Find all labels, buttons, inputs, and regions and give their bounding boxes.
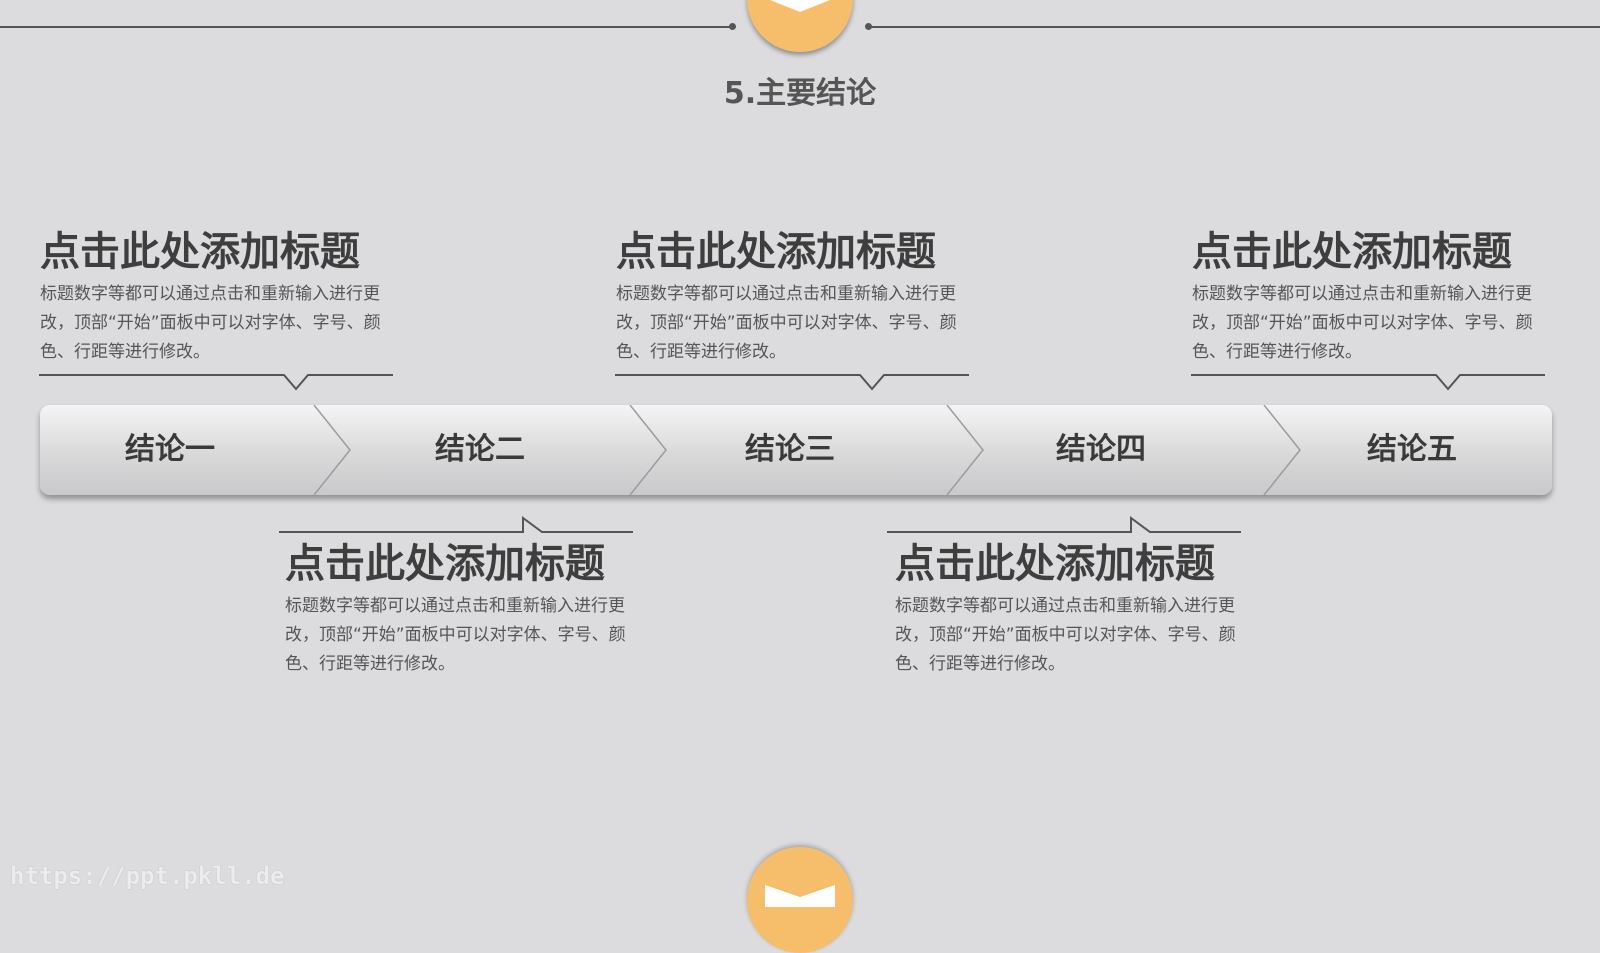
block-body[interactable]: 标题数字等都可以通过点击和重新输入进行更改，顶部“开始”面板中可以对字体、字号、… bbox=[285, 592, 640, 679]
step-label-3[interactable]: 结论三 bbox=[690, 429, 890, 471]
callout-pointer-3 bbox=[615, 374, 969, 391]
previous-nav-button[interactable] bbox=[747, 0, 853, 52]
top-divider-left bbox=[0, 26, 732, 28]
watermark-url: https://ppt.pkll.de bbox=[10, 862, 285, 890]
conclusion-block-2: 点击此处添加标题 标题数字等都可以通过点击和重新输入进行更改，顶部“开始”面板中… bbox=[285, 540, 645, 679]
block-body[interactable]: 标题数字等都可以通过点击和重新输入进行更改，顶部“开始”面板中可以对字体、字号、… bbox=[895, 592, 1250, 679]
step-label-4[interactable]: 结论四 bbox=[1001, 429, 1201, 471]
conclusion-block-3: 点击此处添加标题 标题数字等都可以通过点击和重新输入进行更改，顶部“开始”面板中… bbox=[616, 228, 976, 367]
block-heading[interactable]: 点击此处添加标题 bbox=[40, 228, 400, 276]
chevron-down-icon bbox=[765, 885, 835, 907]
block-body[interactable]: 标题数字等都可以通过点击和重新输入进行更改，顶部“开始”面板中可以对字体、字号、… bbox=[616, 280, 971, 367]
block-heading[interactable]: 点击此处添加标题 bbox=[285, 540, 645, 588]
step-label-2[interactable]: 结论二 bbox=[380, 429, 580, 471]
divider-dot-left bbox=[729, 23, 736, 30]
callout-pointer-5 bbox=[1191, 374, 1545, 391]
top-divider-right bbox=[868, 26, 1600, 28]
next-nav-button[interactable] bbox=[747, 847, 853, 953]
block-heading[interactable]: 点击此处添加标题 bbox=[1192, 228, 1552, 276]
conclusion-block-1: 点击此处添加标题 标题数字等都可以通过点击和重新输入进行更改，顶部“开始”面板中… bbox=[40, 228, 400, 367]
conclusion-block-4: 点击此处添加标题 标题数字等都可以通过点击和重新输入进行更改，顶部“开始”面板中… bbox=[895, 540, 1255, 679]
block-heading[interactable]: 点击此处添加标题 bbox=[616, 228, 976, 276]
conclusion-timeline-band: 结论一 结论二 结论三 结论四 结论五 bbox=[40, 405, 1552, 495]
step-label-5[interactable]: 结论五 bbox=[1312, 429, 1512, 471]
section-title: 5.主要结论 bbox=[723, 76, 877, 111]
divider-dot-right bbox=[865, 23, 872, 30]
block-body[interactable]: 标题数字等都可以通过点击和重新输入进行更改，顶部“开始”面板中可以对字体、字号、… bbox=[40, 280, 395, 367]
chevron-down-icon bbox=[770, 0, 830, 12]
callout-pointer-1 bbox=[39, 374, 393, 391]
block-body[interactable]: 标题数字等都可以通过点击和重新输入进行更改，顶部“开始”面板中可以对字体、字号、… bbox=[1192, 280, 1547, 367]
conclusion-block-5: 点击此处添加标题 标题数字等都可以通过点击和重新输入进行更改，顶部“开始”面板中… bbox=[1192, 228, 1552, 367]
block-heading[interactable]: 点击此处添加标题 bbox=[895, 540, 1255, 588]
step-label-1[interactable]: 结论一 bbox=[70, 429, 270, 471]
callout-pointer-4 bbox=[887, 516, 1241, 533]
callout-pointer-2 bbox=[279, 516, 633, 533]
